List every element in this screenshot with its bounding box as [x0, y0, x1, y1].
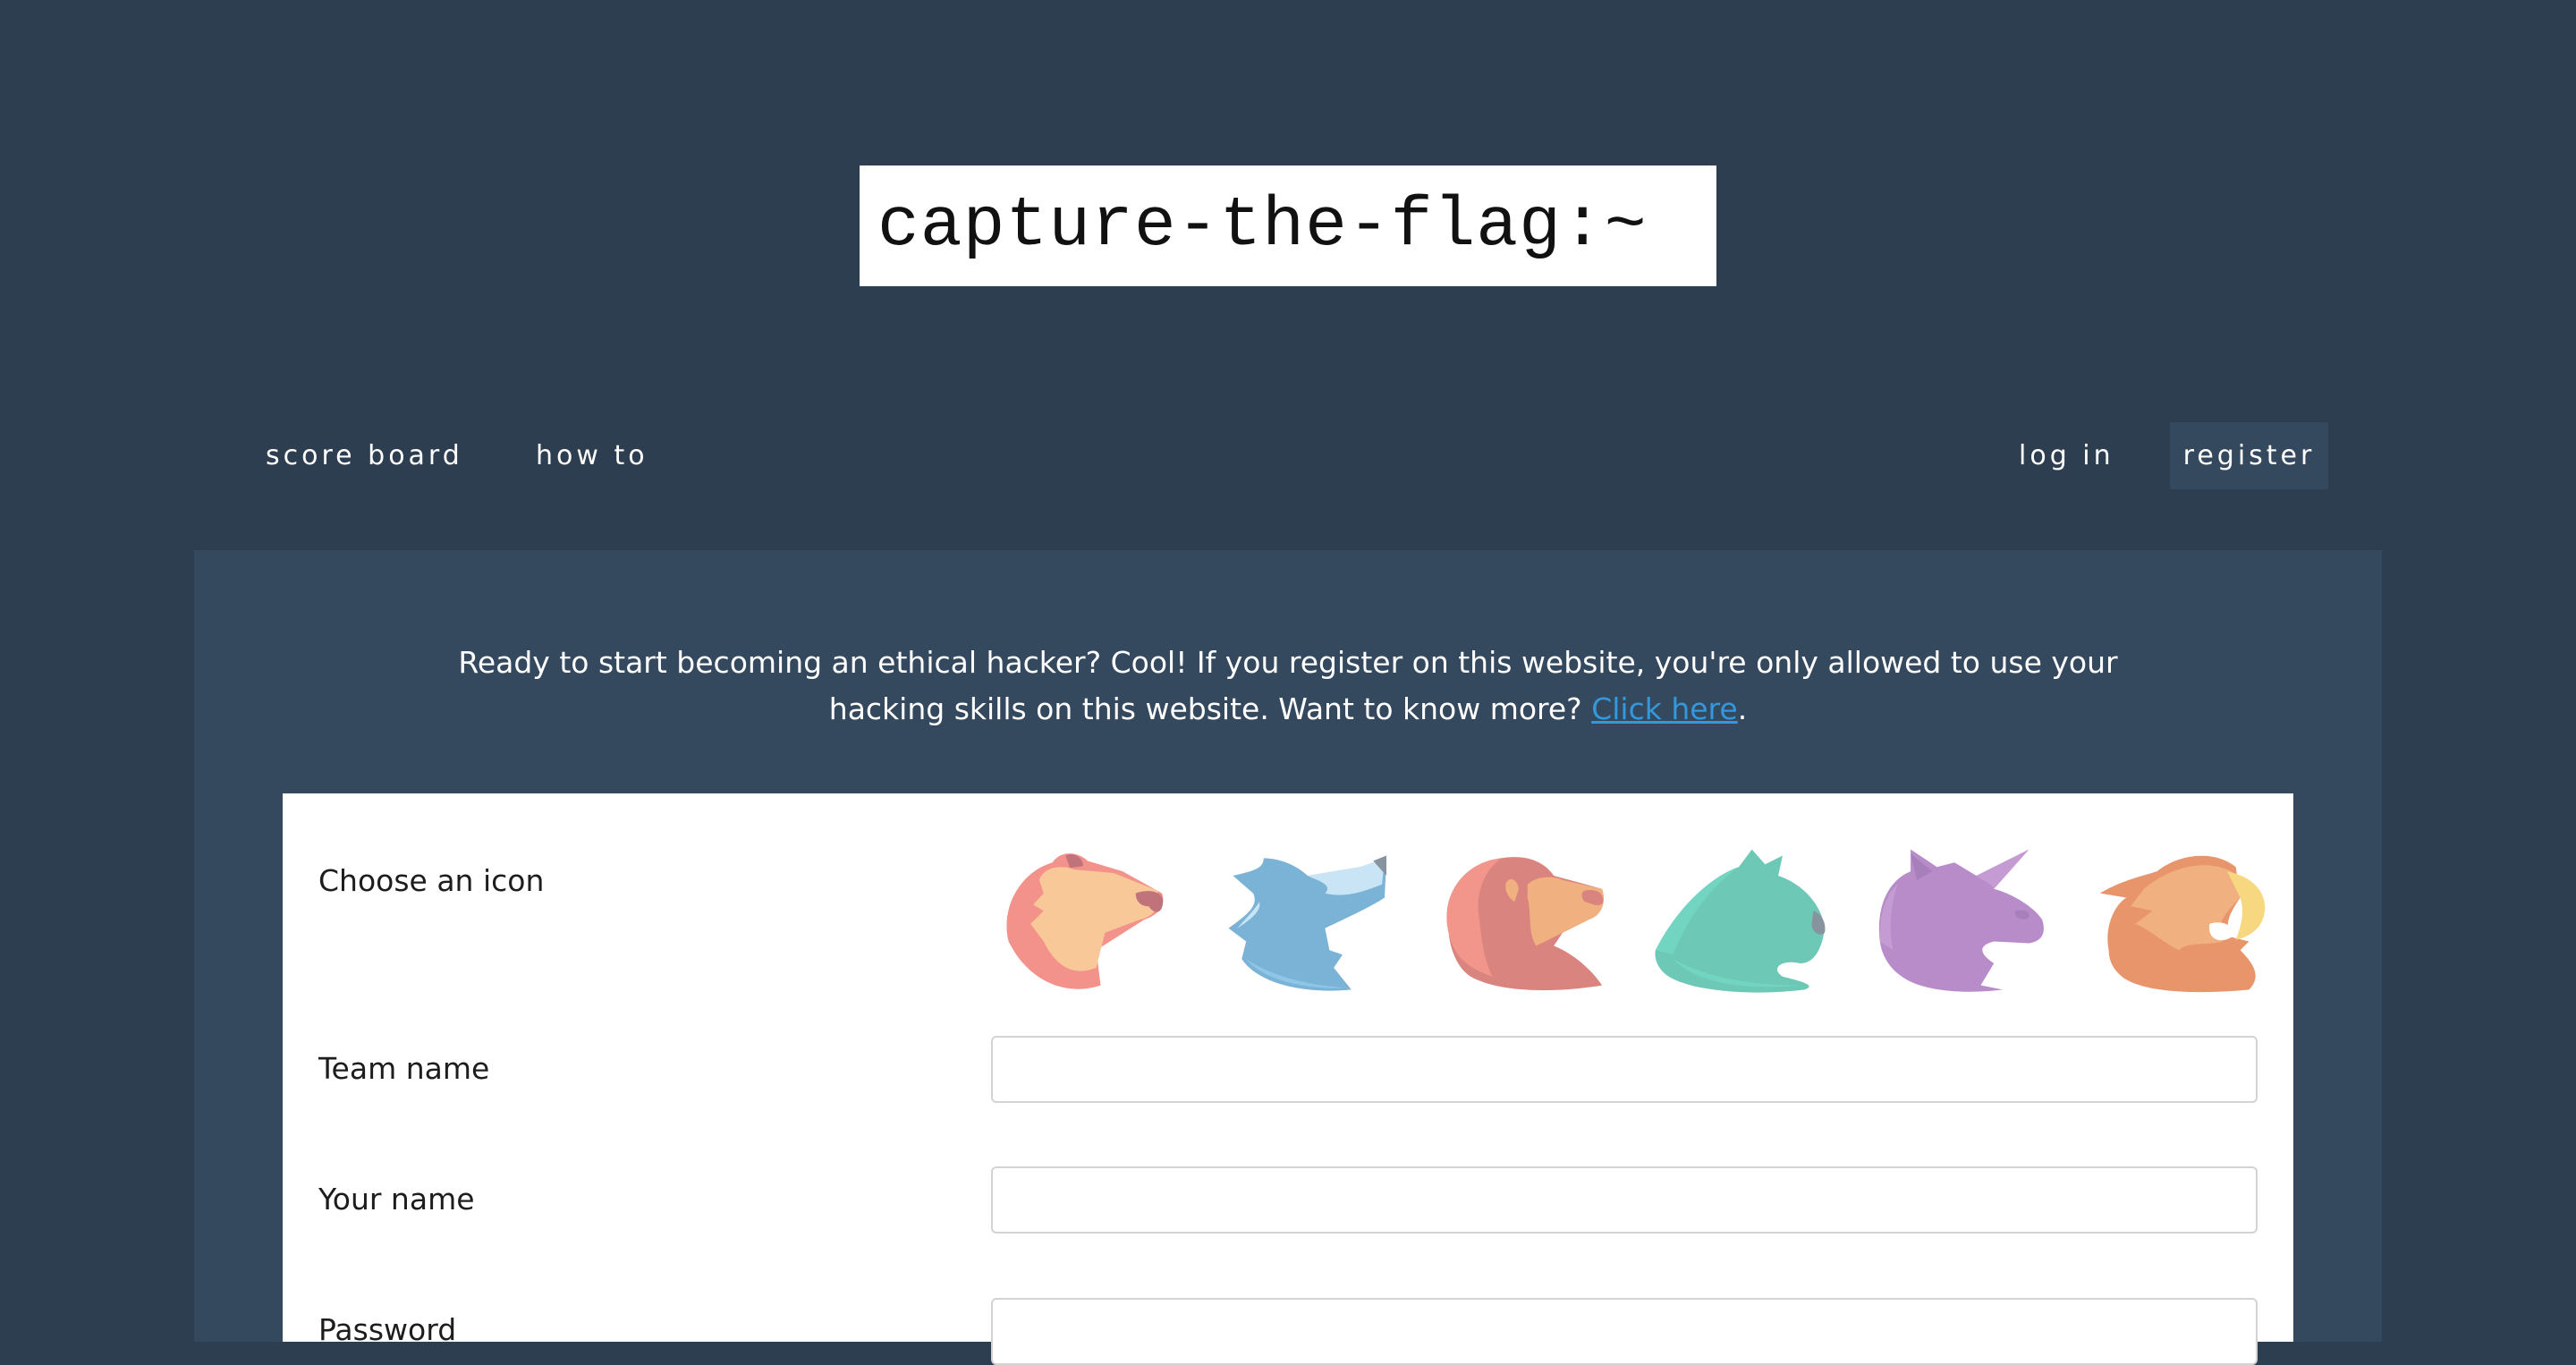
intro-text: Ready to start becoming an ethical hacke… [194, 640, 2382, 733]
icon-option-panther[interactable] [1651, 844, 1826, 996]
nav-score-board[interactable]: score board [266, 422, 463, 489]
eagle-icon [2099, 855, 2266, 993]
nav-register[interactable]: register [2170, 422, 2328, 489]
intro-suffix: . [1737, 691, 1748, 726]
register-form-card: Choose an icon Team name Your name Passw… [283, 793, 2293, 1365]
nav-log-in[interactable]: log in [2019, 422, 2114, 489]
icon-picker [991, 844, 2267, 996]
icon-option-eagle[interactable] [2091, 844, 2267, 996]
intro-body: Ready to start becoming an ethical hacke… [458, 645, 2118, 726]
site-title-box: capture-the-flag:~ [860, 165, 1716, 286]
nav-how-to[interactable]: how to [536, 422, 648, 489]
your-name-label: Your name [318, 1182, 475, 1217]
your-name-input[interactable] [991, 1166, 2258, 1234]
icon-option-unicorn[interactable] [1871, 844, 2046, 996]
wolf-icon [1228, 855, 1386, 991]
password-label: Password [318, 1312, 457, 1347]
team-name-label: Team name [318, 1051, 490, 1086]
site-title: capture-the-flag:~ [877, 186, 1648, 266]
icon-option-wolf[interactable] [1211, 844, 1386, 996]
team-name-input[interactable] [991, 1036, 2258, 1103]
unicorn-icon [1878, 849, 2044, 992]
panther-icon [1655, 849, 1826, 993]
bear-icon [1006, 853, 1164, 989]
password-input[interactable] [991, 1298, 2258, 1365]
main-panel: Ready to start becoming an ethical hacke… [194, 550, 2382, 1365]
icon-option-bear[interactable] [991, 844, 1166, 996]
lion-icon [1446, 857, 1604, 991]
click-here-link[interactable]: Click here [1591, 691, 1738, 726]
choose-icon-label: Choose an icon [318, 863, 545, 898]
icon-option-lion[interactable] [1431, 844, 1606, 996]
